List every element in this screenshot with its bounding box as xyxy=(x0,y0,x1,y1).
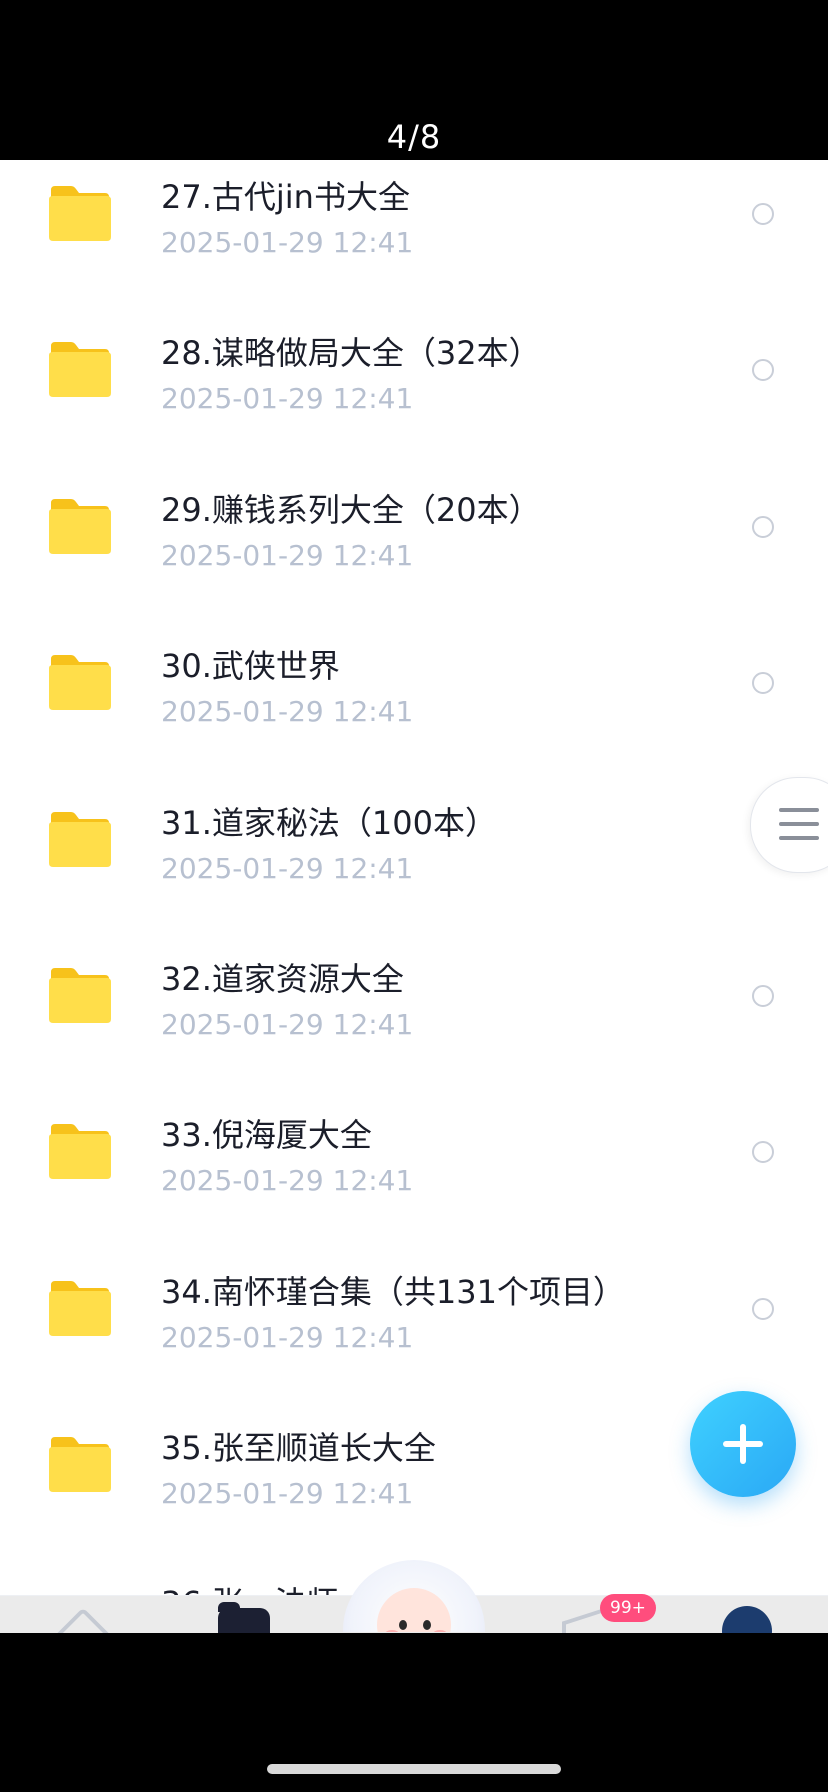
file-timestamp: 2025-01-29 12:41 xyxy=(161,1477,414,1511)
viewer-top-bar: 4/8 xyxy=(0,0,828,160)
file-timestamp: 2025-01-29 12:41 xyxy=(161,851,414,885)
menu-icon-line xyxy=(779,822,819,826)
file-timestamp: 2025-01-29 12:41 xyxy=(161,1164,414,1198)
file-name: 32.道家资源大全 xyxy=(161,959,404,998)
file-name: 34.南怀瑾合集（共131个项目） xyxy=(161,1272,625,1311)
file-timestamp: 2025-01-29 12:41 xyxy=(161,695,414,729)
select-radio[interactable] xyxy=(752,359,774,382)
profile-tab-icon[interactable] xyxy=(722,1606,772,1633)
list-item[interactable]: 27.古代jin书大全 2025-01-29 12:41 xyxy=(0,160,828,316)
file-name: 29.赚钱系列大全（20本） xyxy=(161,490,541,529)
folder-icon xyxy=(47,810,113,868)
folder-icon xyxy=(47,1435,113,1493)
file-list: 27.古代jin书大全 2025-01-29 12:41 28.谋略做局大全（3… xyxy=(0,160,828,1568)
menu-icon-line xyxy=(779,836,819,840)
file-name: 27.古代jin书大全 xyxy=(161,178,410,216)
list-item[interactable]: 30.武侠世界 2025-01-29 12:41 xyxy=(0,629,828,785)
file-name: 33.倪海厦大全 xyxy=(161,1116,372,1155)
mascot-eye xyxy=(399,1620,407,1630)
notification-badge: 99+ xyxy=(600,1594,656,1622)
select-radio[interactable] xyxy=(752,1297,774,1320)
file-timestamp: 2025-01-29 12:41 xyxy=(161,1320,414,1354)
file-name: 35.张至顺道长大全 xyxy=(161,1429,436,1468)
folder-icon xyxy=(47,653,113,711)
list-item[interactable]: 29.赚钱系列大全（20本） 2025-01-29 12:41 xyxy=(0,473,828,629)
file-timestamp: 2025-01-29 12:41 xyxy=(161,226,414,259)
list-item[interactable]: 32.道家资源大全 2025-01-29 12:41 xyxy=(0,942,828,1098)
mascot-eye xyxy=(423,1620,431,1630)
folder-icon xyxy=(47,497,113,555)
files-tab-icon[interactable] xyxy=(218,1602,270,1633)
select-radio[interactable] xyxy=(752,515,774,538)
menu-icon xyxy=(779,808,819,812)
file-list-screen: 27.古代jin书大全 2025-01-29 12:41 28.谋略做局大全（3… xyxy=(0,160,828,1595)
folder-icon xyxy=(47,966,113,1024)
folder-icon xyxy=(47,1279,113,1337)
file-name: 31.道家秘法（100本） xyxy=(161,803,497,842)
folder-icon xyxy=(47,340,113,398)
mascot-blush xyxy=(433,1630,447,1632)
select-radio[interactable] xyxy=(752,203,774,225)
add-button[interactable] xyxy=(690,1391,796,1497)
select-radio[interactable] xyxy=(752,1141,774,1164)
list-item[interactable]: 34.南怀瑾合集（共131个项目） 2025-01-29 12:41 xyxy=(0,1255,828,1411)
home-tab-icon[interactable] xyxy=(58,1610,104,1633)
folder-icon xyxy=(47,1122,113,1180)
list-item[interactable]: 33.倪海厦大全 2025-01-29 12:41 xyxy=(0,1098,828,1254)
list-item[interactable]: 31.道家秘法（100本） 2025-01-29 12:41 xyxy=(0,786,828,942)
file-name: 28.谋略做局大全（32本） xyxy=(161,334,541,373)
folder-icon xyxy=(47,184,113,242)
home-indicator[interactable] xyxy=(267,1764,561,1774)
page-counter: 4/8 xyxy=(386,118,442,156)
list-item[interactable]: 28.谋略做局大全（32本） 2025-01-29 12:41 xyxy=(0,316,828,472)
file-timestamp: 2025-01-29 12:41 xyxy=(161,382,414,416)
file-timestamp: 2025-01-29 12:41 xyxy=(161,1007,414,1041)
file-name: 30.武侠世界 xyxy=(161,647,340,686)
select-radio[interactable] xyxy=(752,672,774,695)
select-radio[interactable] xyxy=(752,984,774,1007)
mascot-avatar-icon[interactable] xyxy=(333,1550,495,1632)
file-timestamp: 2025-01-29 12:41 xyxy=(161,538,414,572)
mascot-blush xyxy=(385,1630,399,1632)
